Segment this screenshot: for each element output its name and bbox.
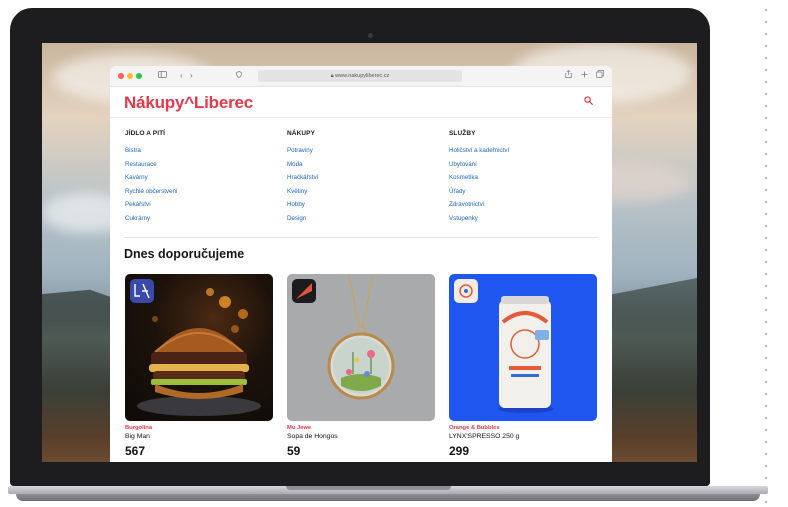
tab-overview-icon[interactable] [596,69,604,83]
share-icon[interactable] [565,69,572,83]
product-price: 299 [449,444,470,458]
shop-logo-badge [454,279,478,303]
category-link[interactable]: Cukrárny [125,212,178,226]
minimize-window-button[interactable] [127,73,133,79]
address-bar[interactable]: 🔒︎ www.nakupyliberec.cz [258,70,462,82]
category-link[interactable]: Ubytování [449,158,509,172]
category-link[interactable]: Hračkářství [287,171,318,185]
shop-logo-badge [130,279,154,303]
category-column-food: JÍDLO A PITÍ Bistra Restaurace Kavárny R… [125,130,178,226]
category-heading: JÍDLO A PITÍ [125,130,166,137]
product-price: 567 [125,444,146,458]
category-link[interactable]: Pekářství [125,198,178,212]
category-link[interactable]: Zdravotnictví [449,198,509,212]
screen-bezel-bottom [10,462,710,486]
header-divider [110,117,612,118]
category-link[interactable]: Kosmetika [449,171,509,185]
section-title: Dnes doporučujeme [124,247,245,261]
category-column-services: SLUŽBY Holičství a kadeřnictví Ubytování… [449,130,509,226]
product-name[interactable]: Big Man [125,433,273,440]
category-link[interactable]: Rychlé občerstvení [125,185,178,199]
category-heading: NÁKUPY [287,130,316,137]
forward-button[interactable]: › [190,69,193,83]
category-link[interactable]: Restaurace [125,158,178,172]
product-image[interactable] [449,274,597,421]
laptop-base [0,486,788,507]
new-tab-icon[interactable] [581,69,588,83]
category-link[interactable]: Vstupenky [449,212,509,226]
category-link[interactable]: Design [287,212,318,226]
category-column-shopping: NÁKUPY Potraviny Móda Hračkářství Květin… [287,130,318,226]
zoom-window-button[interactable] [136,73,142,79]
product-shop[interactable]: Burgolina [125,425,273,431]
category-link[interactable]: Bistra [125,144,178,158]
product-name[interactable]: Sopa de Hongos [287,433,435,440]
category-link[interactable]: Kavárny [125,171,178,185]
search-icon[interactable] [584,96,593,105]
product-image[interactable] [287,274,435,421]
category-link[interactable]: Potraviny [287,144,318,158]
product-name[interactable]: LYNX'SPRESSO 250 g [449,433,597,440]
category-link[interactable]: Úřady [449,185,509,199]
category-link[interactable]: Móda [287,158,318,172]
privacy-shield-icon[interactable] [236,69,242,83]
product-card[interactable]: Orange & Bubbles LYNX'SPRESSO 250 g 299 [449,274,597,458]
category-link[interactable]: Hobby [287,198,318,212]
back-button[interactable]: ‹ [180,69,183,83]
category-link[interactable]: Květiny [287,185,318,199]
shop-logo-badge [292,279,316,303]
category-link[interactable]: Holičství a kadeřnictví [449,144,509,158]
close-window-button[interactable] [118,73,124,79]
browser-toolbar: ‹ › 🔒︎ www.nakupyliberec.cz [110,66,612,87]
site-logo[interactable]: Nákupy^Liberec [124,93,253,113]
browser-window: ‹ › 🔒︎ www.nakupyliberec.cz Nákupy^Liber… [110,66,612,462]
product-image[interactable] [125,274,273,421]
lock-icon: 🔒︎ [330,73,334,79]
dotted-guide [763,0,769,507]
address-text: www.nakupyliberec.cz [335,73,390,79]
section-divider [124,237,598,238]
sidebar-icon[interactable] [158,69,167,83]
product-card[interactable]: Burgolina Big Man 567 [125,274,273,458]
camera [368,33,373,38]
product-shop[interactable]: Orange & Bubbles [449,425,597,431]
product-card[interactable]: Mu Jewe Sopa de Hongos 59 [287,274,435,458]
product-price: 59 [287,444,301,458]
product-shop[interactable]: Mu Jewe [287,425,435,431]
category-heading: SLUŽBY [449,130,476,137]
